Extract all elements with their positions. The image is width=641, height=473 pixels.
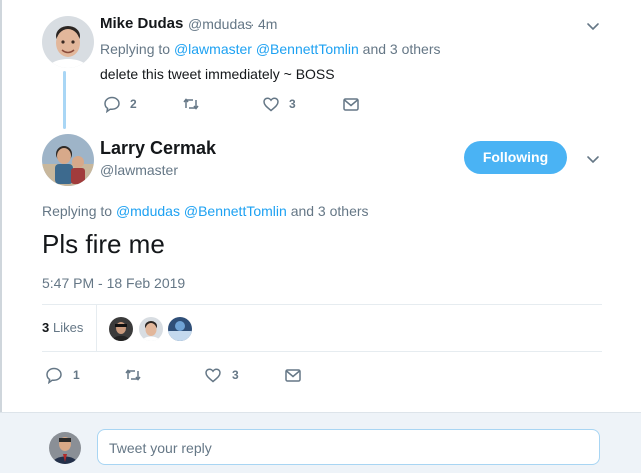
main-author-handle[interactable]: @lawmaster	[100, 162, 178, 178]
divider	[42, 304, 602, 305]
like-icon[interactable]	[204, 366, 222, 384]
main-like-count: 3	[232, 368, 239, 382]
replying-prefix: Replying to	[42, 203, 113, 219]
current-user-avatar	[49, 432, 81, 464]
like-icon[interactable]	[262, 95, 280, 113]
divider	[42, 351, 602, 352]
parent-author-name[interactable]: Mike Dudas	[100, 15, 183, 32]
reply-icon[interactable]	[45, 366, 63, 384]
reply-icon[interactable]	[103, 95, 121, 113]
chevron-down-icon[interactable]	[585, 18, 601, 34]
divider	[96, 305, 97, 351]
window-border	[0, 0, 2, 472]
parent-like-count: 3	[289, 97, 296, 111]
main-author-avatar[interactable]	[42, 134, 94, 186]
parent-replying-to: Replying to @lawmaster @BennettTomlin an…	[100, 41, 441, 57]
liker-avatar[interactable]	[167, 316, 193, 342]
following-button[interactable]: Following	[464, 141, 567, 174]
main-reply-count: 1	[73, 368, 80, 382]
likes-label[interactable]: Likes	[53, 320, 83, 335]
parent-author-avatar[interactable]	[42, 16, 94, 68]
chevron-down-icon[interactable]	[585, 151, 601, 167]
mention-link[interactable]: @BennettTomlin	[256, 41, 359, 57]
message-icon[interactable]	[284, 366, 302, 384]
time-separator: ·	[250, 16, 255, 32]
tweet-timestamp[interactable]: 5:47 PM - 18 Feb 2019	[42, 275, 185, 291]
main-replying-to: Replying to @mdudas @BennettTomlin and 3…	[42, 203, 369, 219]
mention-link[interactable]: @BennettTomlin	[184, 203, 287, 219]
replying-suffix[interactable]: and 3 others	[291, 203, 369, 219]
likes-count[interactable]: 3	[42, 320, 49, 335]
parent-time-ago[interactable]: 4m	[258, 16, 277, 32]
replying-suffix[interactable]: and 3 others	[363, 41, 441, 57]
main-tweet-text: Pls fire me	[42, 229, 165, 259]
replying-prefix: Replying to	[100, 41, 171, 57]
parent-reply-count: 2	[130, 97, 137, 111]
parent-tweet-text: delete this tweet immediately ~ BOSS	[100, 66, 335, 82]
main-author-name[interactable]: Larry Cermak	[100, 138, 216, 159]
liker-avatar[interactable]	[108, 316, 134, 342]
thread-connector-line	[63, 71, 66, 129]
retweet-icon[interactable]	[124, 366, 142, 384]
liker-avatar[interactable]	[138, 316, 164, 342]
message-icon[interactable]	[342, 95, 360, 113]
retweet-icon[interactable]	[182, 95, 200, 113]
mention-link[interactable]: @lawmaster	[174, 41, 252, 57]
reply-composer[interactable]	[97, 429, 600, 465]
mention-link[interactable]: @mdudas	[116, 203, 180, 219]
parent-author-handle[interactable]: @mdudas	[188, 16, 252, 32]
reply-input[interactable]	[107, 439, 591, 457]
